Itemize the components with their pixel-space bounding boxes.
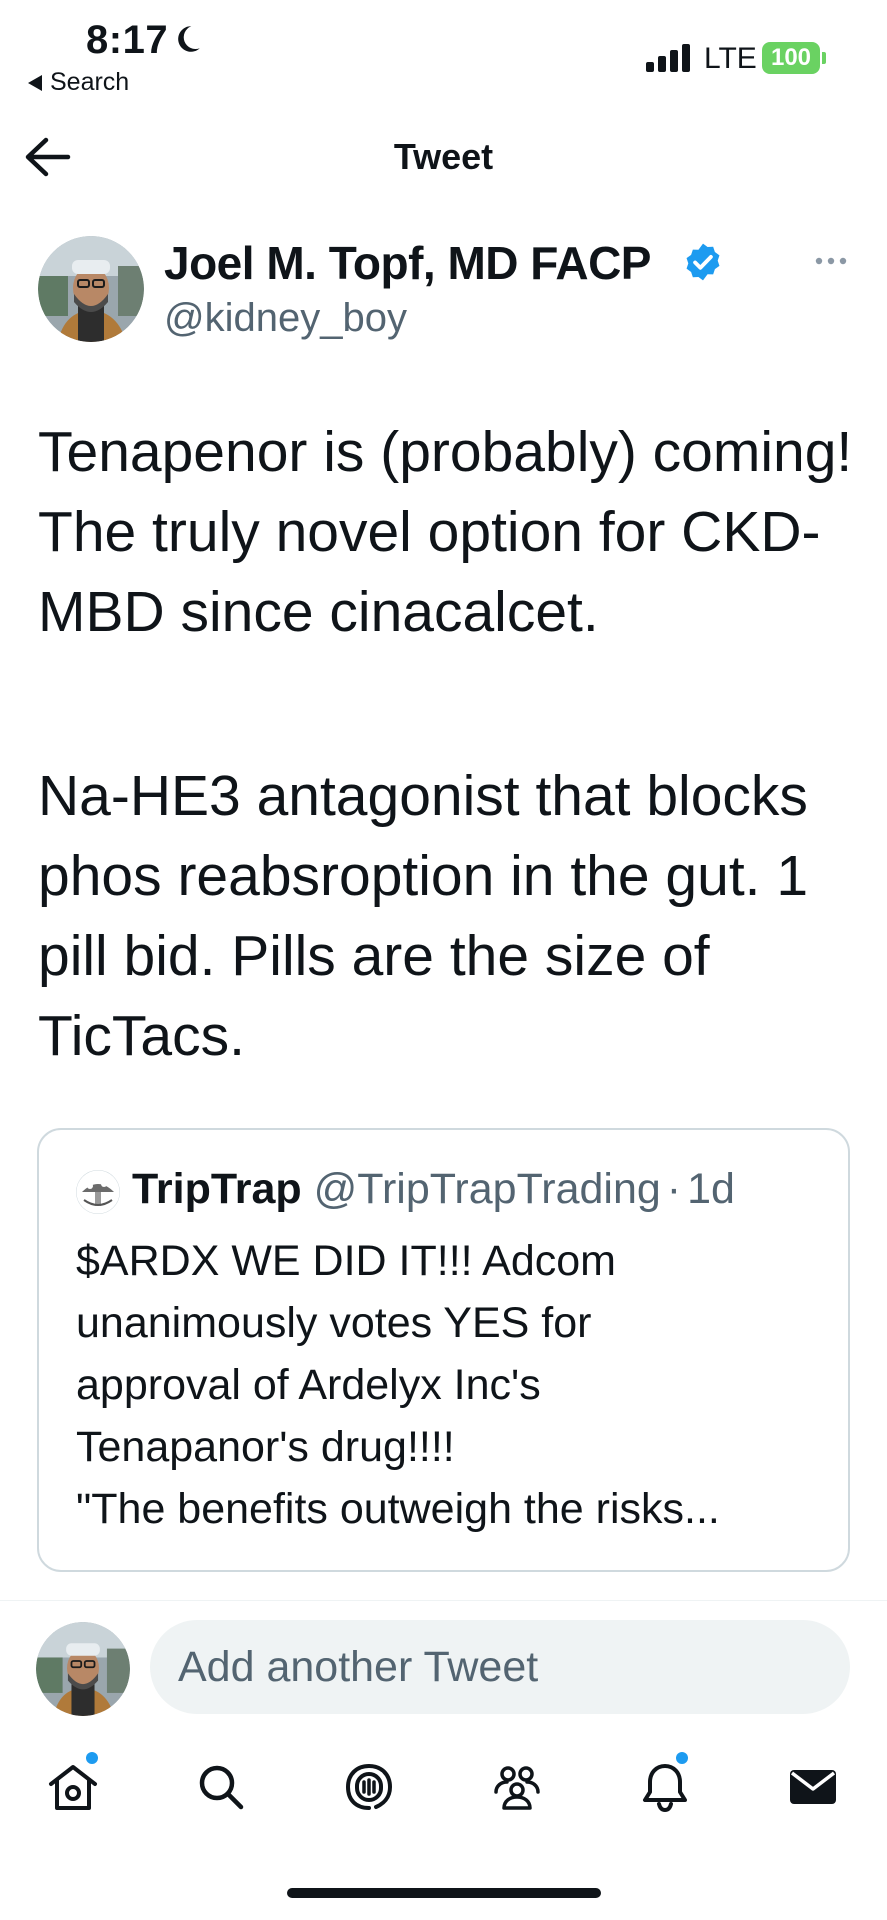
author-avatar[interactable] (38, 236, 144, 342)
home-notification-dot (86, 1752, 98, 1764)
tweet-text-paragraph: Na-HE3 antagonist that blocks phos reabs… (38, 764, 809, 1068)
quote-timestamp: 1d (687, 1165, 735, 1213)
reply-input[interactable] (150, 1620, 850, 1714)
home-indicator (287, 1888, 601, 1898)
notifications-dot (676, 1752, 688, 1764)
quote-author-avatar (76, 1170, 120, 1214)
status-time: 8:17 (86, 18, 169, 62)
more-options-icon[interactable] (814, 254, 848, 268)
tweet-text-paragraph: Tenapenor is (probably) coming! The trul… (38, 420, 853, 644)
quote-author-name: TripTrap (132, 1165, 302, 1213)
battery-indicator: 100 (762, 42, 820, 74)
quote-author-handle: @TripTrapTrading (313, 1165, 661, 1213)
quote-separator: · (666, 1165, 682, 1213)
verified-badge-icon (686, 243, 720, 281)
home-icon[interactable] (46, 1760, 100, 1814)
current-user-avatar[interactable] (36, 1622, 130, 1716)
author-handle[interactable]: @kidney_boy (164, 296, 407, 341)
messages-envelope-icon[interactable] (786, 1760, 840, 1814)
notifications-bell-icon[interactable] (638, 1760, 692, 1814)
quote-header: TripTrap @TripTrapTrading · 1d (132, 1165, 735, 1214)
back-triangle-icon (28, 74, 42, 91)
author-name[interactable]: Joel M. Topf, MD FACP (164, 236, 651, 290)
search-icon[interactable] (194, 1760, 248, 1814)
battery-level: 100 (770, 44, 812, 71)
back-app-label: Search (50, 68, 130, 96)
moon-icon (178, 26, 200, 52)
divider (0, 1600, 887, 1601)
network-label: LTE (704, 42, 757, 75)
quote-text: $ARDX WE DID IT!!! Adcom unanimously vot… (76, 1237, 720, 1533)
communities-icon[interactable] (490, 1760, 544, 1814)
battery-tip (822, 52, 826, 64)
spaces-icon[interactable] (342, 1760, 396, 1814)
signal-icon (646, 44, 690, 72)
back-to-search-button[interactable]: Search (28, 68, 129, 97)
page-title: Tweet (393, 136, 494, 177)
